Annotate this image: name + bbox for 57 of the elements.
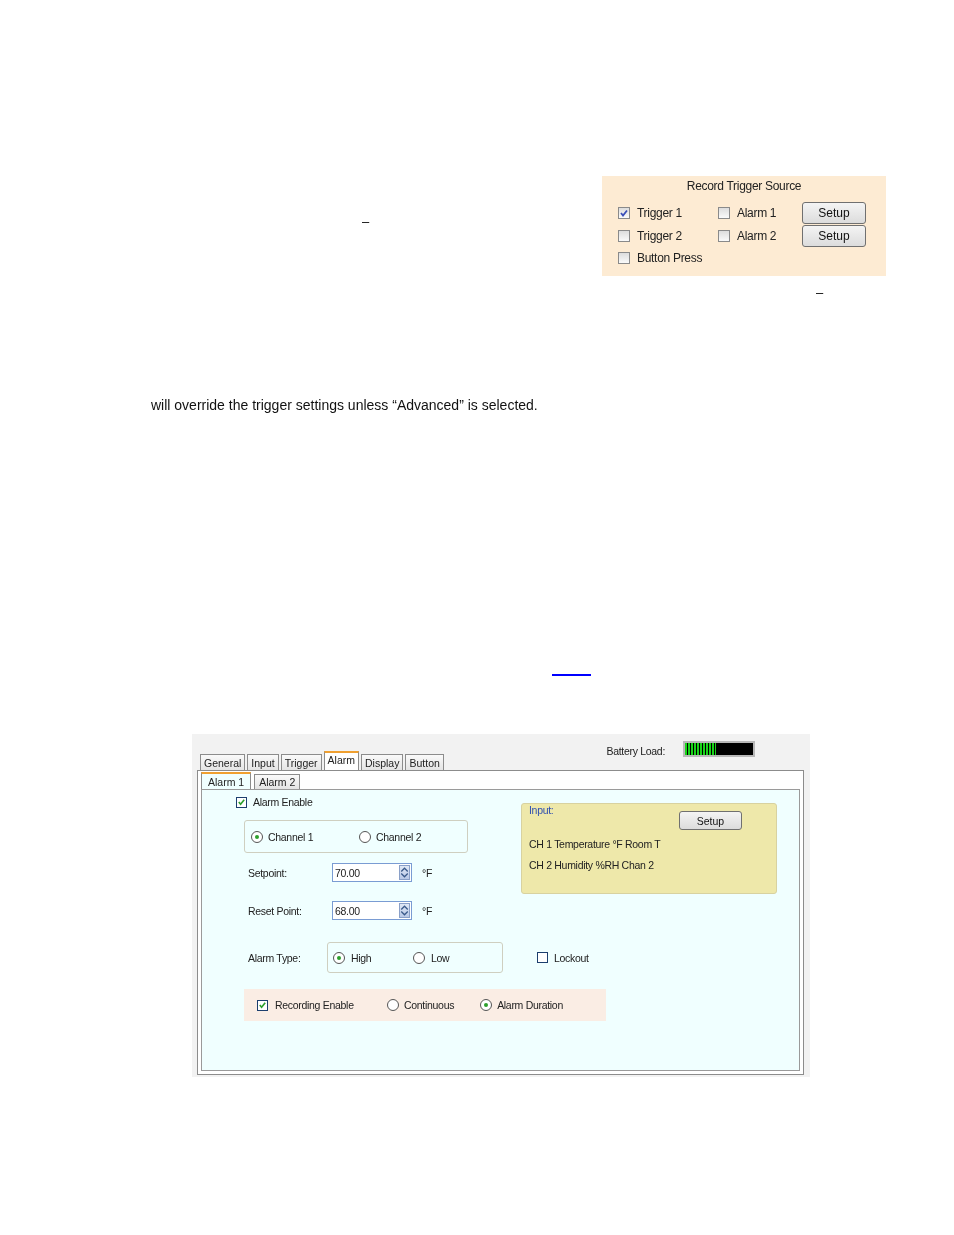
tab[interactable]: Button	[405, 754, 444, 770]
reset-point-field[interactable]: 68.00	[332, 901, 412, 920]
body-text: will override the trigger settings unless “Advanced” is selected.	[151, 397, 539, 413]
checkbox[interactable]	[618, 229, 630, 242]
setup-button[interactable]: Setup	[802, 224, 866, 247]
spin-arrows-icon[interactable]	[399, 903, 410, 918]
option-label: Low	[431, 951, 450, 964]
checkbox[interactable]	[718, 206, 730, 219]
dash-text: –	[816, 286, 825, 300]
tab[interactable]: General	[200, 754, 246, 770]
checkbox[interactable]	[236, 796, 247, 808]
radio-button[interactable]	[480, 999, 493, 1011]
field-label: Setpoint:	[248, 866, 288, 879]
radio-button[interactable]	[251, 830, 263, 843]
radio-button[interactable]	[413, 951, 425, 964]
option-label: Channel 2	[376, 830, 422, 843]
tab[interactable]: Trigger	[280, 754, 322, 770]
setup-button[interactable]: Setup	[802, 201, 866, 224]
option-label: Channel 1	[268, 830, 314, 843]
link-underline	[552, 674, 591, 676]
tab[interactable]: Input	[247, 754, 279, 770]
channel-info-text: CH 2 Humidity %RH Chan 2	[529, 859, 655, 871]
tab[interactable]: Alarm 2	[254, 774, 301, 789]
option-label: Lockout	[554, 951, 589, 964]
option-label: Continuous	[404, 999, 455, 1011]
checkbox[interactable]	[618, 252, 630, 264]
checkbox[interactable]	[718, 229, 730, 242]
tab[interactable]: Display	[361, 754, 404, 770]
option-label: Alarm Enable	[253, 796, 313, 808]
option-label: Alarm Duration	[497, 999, 563, 1011]
dash-text: –	[362, 214, 370, 229]
tab[interactable]: Alarm 1	[201, 772, 252, 789]
field-label: Reset Point:	[248, 904, 303, 917]
radio-button[interactable]	[333, 951, 345, 964]
option-label: Trigger 1	[637, 205, 682, 220]
option-label: Recording Enable	[275, 999, 354, 1011]
group-legend: Input:	[529, 804, 554, 816]
option-label: Trigger 2	[637, 228, 682, 243]
battery-label: Battery Load:	[606, 745, 665, 757]
checkbox[interactable]	[618, 206, 630, 219]
tab[interactable]: Alarm	[323, 751, 359, 770]
channel-info-text: CH 1 Temperature °F Room T	[529, 838, 662, 850]
option-label: Button Press	[637, 251, 703, 265]
spin-arrows-icon[interactable]	[399, 865, 410, 880]
unit-label: °F	[422, 866, 432, 879]
checkbox[interactable]	[257, 999, 268, 1011]
option-label: Alarm 2	[737, 228, 777, 243]
checkbox[interactable]	[537, 952, 548, 963]
setpoint-field[interactable]: 70.00	[332, 863, 412, 882]
panel-title: Record Trigger Source	[685, 179, 803, 193]
radio-button[interactable]	[387, 999, 399, 1011]
radio-button[interactable]	[359, 830, 371, 843]
unit-label: °F	[422, 904, 432, 917]
setup-button[interactable]: Setup	[679, 811, 742, 830]
option-label: Alarm 1	[737, 205, 777, 220]
field-label: Alarm Type:	[248, 951, 302, 964]
option-label: High	[351, 951, 372, 964]
